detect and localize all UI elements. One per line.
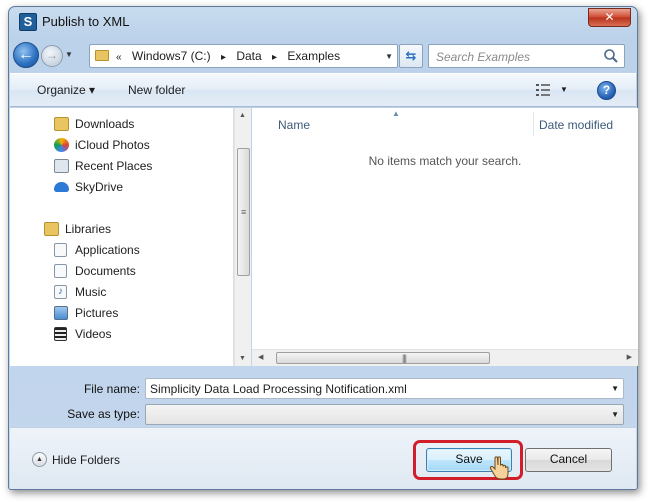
music-library-icon: ♪ bbox=[54, 285, 67, 299]
scroll-up-icon[interactable]: ▲ bbox=[239, 112, 246, 119]
chevron-right-icon[interactable]: ▸ bbox=[272, 52, 277, 63]
breadcrumb-examples[interactable]: Examples bbox=[287, 49, 340, 63]
app-icon: S bbox=[19, 13, 37, 31]
sidebar-item-label: Videos bbox=[75, 327, 112, 341]
back-button[interactable]: ← bbox=[13, 42, 39, 68]
scroll-left-icon[interactable]: ◀ bbox=[258, 353, 263, 361]
icloud-photos-icon bbox=[54, 138, 69, 152]
scrollbar-thumb[interactable]: ≡ bbox=[237, 148, 250, 276]
view-dropdown-icon[interactable]: ▼ bbox=[560, 85, 568, 94]
column-header-date-modified[interactable]: Date modified bbox=[539, 118, 613, 132]
file-list-horizontal-scrollbar[interactable]: ◀ ||| ▶ bbox=[252, 349, 638, 366]
column-header-name[interactable]: Name bbox=[278, 118, 310, 132]
address-dropdown-icon[interactable]: ▼ bbox=[385, 52, 393, 61]
refresh-button[interactable]: ⇆ bbox=[399, 44, 423, 68]
breadcrumb: « Windows7 (C:) ▸ Data ▸ Examples bbox=[116, 49, 347, 63]
column-divider[interactable] bbox=[533, 112, 534, 136]
sidebar-item-label: Libraries bbox=[65, 222, 112, 236]
chevron-right-icon[interactable]: ▸ bbox=[221, 52, 226, 63]
chevron-up-icon: ▲ bbox=[32, 452, 47, 467]
help-button[interactable]: ? bbox=[597, 81, 616, 100]
save-dialog-window: S Publish to XML ✕ ← → ▼ « Windows7 (C:)… bbox=[8, 6, 638, 490]
file-name-label: File name: bbox=[83, 382, 140, 396]
scroll-right-icon[interactable]: ▶ bbox=[627, 353, 632, 361]
scroll-down-icon[interactable]: ▼ bbox=[239, 355, 246, 362]
sort-ascending-icon: ▲ bbox=[392, 109, 400, 118]
save-as-type-select[interactable]: ▼ bbox=[145, 404, 624, 425]
downloads-icon bbox=[54, 117, 69, 131]
folder-icon bbox=[95, 50, 109, 61]
document-library-icon bbox=[54, 264, 67, 278]
search-placeholder: Search Examples bbox=[436, 50, 531, 64]
sidebar-item-label: Applications bbox=[75, 243, 140, 257]
save-as-type-label: Save as type: bbox=[67, 407, 140, 421]
libraries-icon bbox=[44, 222, 59, 236]
pictures-library-icon bbox=[54, 306, 68, 320]
sidebar-item-label: Recent Places bbox=[75, 159, 153, 173]
breadcrumb-data[interactable]: Data bbox=[236, 49, 261, 63]
sidebar-item-label: Downloads bbox=[75, 117, 135, 131]
new-folder-button[interactable]: New folder bbox=[128, 83, 185, 97]
skydrive-icon bbox=[54, 182, 69, 192]
grip-icon: ||| bbox=[402, 353, 407, 363]
cancel-button[interactable]: Cancel bbox=[525, 448, 612, 472]
breadcrumb-overflow[interactable]: « bbox=[116, 52, 122, 63]
videos-library-icon bbox=[54, 327, 67, 341]
close-button[interactable]: ✕ bbox=[588, 8, 631, 27]
file-name-value: Simplicity Data Load Processing Notifica… bbox=[150, 382, 407, 396]
chevron-down-icon[interactable]: ▼ bbox=[611, 410, 619, 419]
hand-cursor-icon bbox=[489, 456, 509, 480]
scrollbar-thumb[interactable]: ||| bbox=[276, 352, 490, 364]
view-options-icon[interactable] bbox=[535, 83, 551, 97]
forward-button[interactable]: → bbox=[41, 45, 63, 67]
dialog-footer: ▲ Hide Folders Save Cancel bbox=[10, 427, 636, 489]
navigation-pane: Downloads iCloud Photos Recent Places Sk… bbox=[10, 108, 234, 366]
empty-folder-message: No items match your search. bbox=[368, 154, 522, 168]
navigation-bar: ← → ▼ « Windows7 (C:) ▸ Data ▸ Examples … bbox=[9, 40, 637, 70]
recent-locations-dropdown[interactable]: ▼ bbox=[65, 50, 73, 59]
sidebar-item-label: Documents bbox=[75, 264, 136, 278]
sidebar-item-label: iCloud Photos bbox=[75, 138, 150, 152]
sidebar-item-label: Pictures bbox=[75, 306, 119, 320]
title-bar[interactable]: S Publish to XML ✕ bbox=[9, 7, 637, 37]
address-bar[interactable]: « Windows7 (C:) ▸ Data ▸ Examples ▼ bbox=[89, 44, 398, 68]
window-title: Publish to XML bbox=[42, 14, 130, 29]
recent-places-icon bbox=[54, 159, 69, 173]
sidebar-item-label: Music bbox=[75, 285, 107, 299]
organize-button[interactable]: Organize ▾ bbox=[37, 83, 95, 97]
grip-icon: ≡ bbox=[241, 207, 247, 217]
file-name-field[interactable]: Simplicity Data Load Processing Notifica… bbox=[145, 378, 624, 399]
document-library-icon bbox=[54, 243, 67, 257]
search-icon[interactable] bbox=[603, 48, 619, 64]
save-form: File name: Simplicity Data Load Processi… bbox=[9, 367, 637, 425]
file-list[interactable]: ▲ Name Date modified No items match your… bbox=[252, 108, 638, 366]
command-bar: Organize ▾ New folder ▼ ? bbox=[10, 73, 636, 107]
sidebar-item-label: SkyDrive bbox=[75, 180, 124, 194]
chevron-down-icon[interactable]: ▼ bbox=[611, 384, 619, 393]
search-input[interactable]: Search Examples bbox=[428, 44, 625, 68]
breadcrumb-drive[interactable]: Windows7 (C:) bbox=[132, 49, 211, 63]
navigation-pane-scrollbar[interactable]: ▲ ≡ ▼ bbox=[234, 108, 251, 366]
hide-folders-label: Hide Folders bbox=[52, 453, 121, 467]
